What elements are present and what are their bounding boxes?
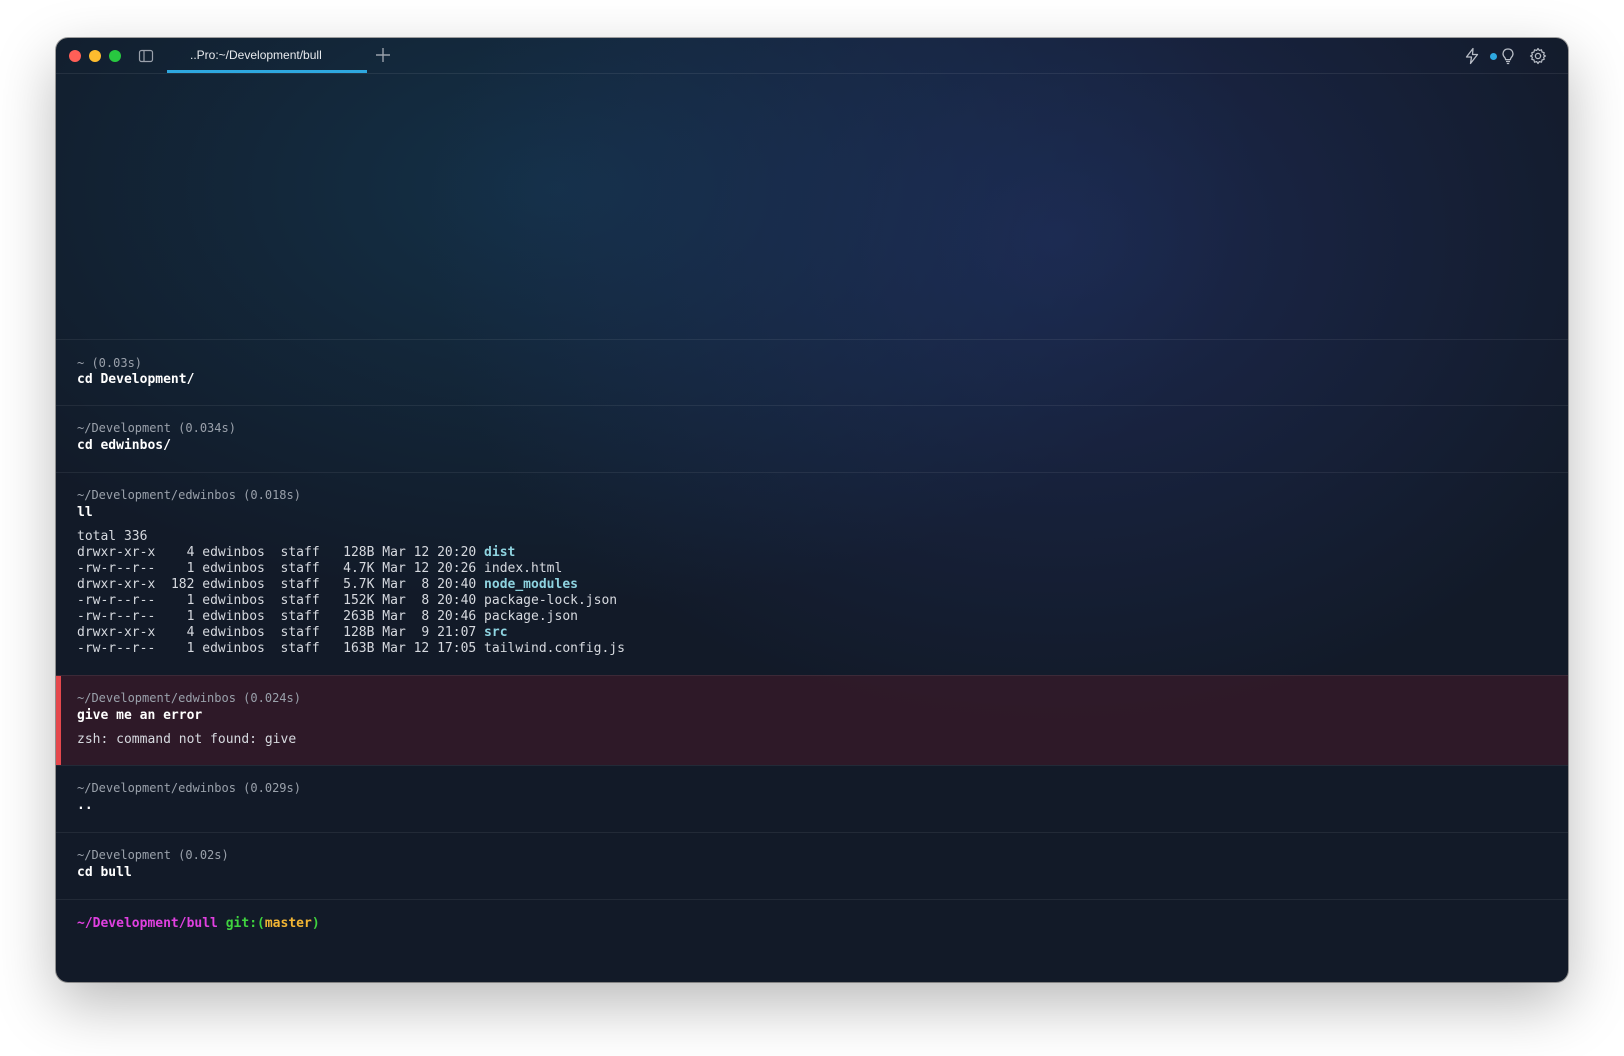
ls-date: Mar 9 21:07	[382, 625, 477, 640]
lightbulb-icon[interactable]	[1499, 47, 1517, 65]
shell-prompt[interactable]: ~/Development/bull git:(master)	[77, 916, 320, 931]
ls-group: staff	[280, 577, 320, 592]
prompt-git-prefix: git:(	[225, 916, 265, 931]
ls-date: Mar 8 20:40	[382, 593, 477, 608]
ls-entry-row: -rw-r--r-- 1 edwinbos staff 4.7K Mar 12 …	[77, 561, 562, 577]
ls-group: staff	[280, 561, 320, 576]
ls-permissions: drwxr-xr-x	[77, 545, 156, 560]
ls-group: staff	[280, 609, 320, 624]
block-command: give me an error	[77, 708, 203, 723]
ls-permissions: -rw-r--r--	[77, 641, 156, 656]
ls-entry-row: -rw-r--r-- 1 edwinbos staff 152K Mar 8 2…	[77, 593, 617, 609]
command-block[interactable]: ~/Development (0.034s) cd edwinbos/	[56, 405, 1568, 472]
block-meta: ~ (0.03s)	[77, 356, 143, 370]
ls-owner: edwinbos	[202, 593, 265, 608]
ls-date: Mar 12 20:26	[382, 561, 477, 576]
ls-size: 128B	[343, 545, 375, 560]
command-block[interactable]: ~ (0.03s) cd Development/	[56, 339, 1568, 405]
ls-filename[interactable]: dist	[484, 545, 515, 560]
ls-permissions: -rw-r--r--	[77, 593, 156, 608]
ls-filename[interactable]: package-lock.json	[484, 593, 617, 608]
ls-size: 263B	[343, 609, 375, 624]
ls-group: staff	[280, 641, 320, 656]
terminal-window: ..Pro:~/Development/bull ~ (0.03s) cd De…	[56, 38, 1568, 982]
ls-owner: edwinbos	[202, 641, 265, 656]
ls-permissions: drwxr-xr-x	[77, 625, 156, 640]
command-block[interactable]: ~/Development (0.02s) cd bull	[56, 832, 1568, 899]
ls-size: 163B	[343, 641, 375, 656]
ls-entry-row: -rw-r--r-- 1 edwinbos staff 263B Mar 8 2…	[77, 609, 578, 625]
prompt-path: ~/Development/bull	[77, 916, 218, 931]
ls-filename[interactable]: package.json	[484, 609, 578, 624]
block-command: cd bull	[77, 865, 132, 880]
maximize-window-button[interactable]	[109, 50, 121, 62]
ls-group: staff	[280, 625, 320, 640]
ls-link-count: 4	[186, 625, 195, 640]
block-meta: ~/Development (0.034s)	[77, 421, 236, 435]
block-output: zsh: command not found: give	[77, 732, 297, 747]
ls-entry-row: -rw-r--r-- 1 edwinbos staff 163B Mar 12 …	[77, 641, 625, 657]
ls-size: 4.7K	[343, 561, 375, 576]
ls-filename[interactable]: src	[484, 625, 507, 640]
close-window-button[interactable]	[69, 50, 81, 62]
block-meta: ~/Development/edwinbos (0.024s)	[77, 691, 301, 705]
block-meta: ~/Development/edwinbos (0.029s)	[77, 781, 301, 795]
ls-owner: edwinbos	[202, 609, 265, 624]
block-output-total: total 336	[77, 529, 148, 544]
ls-link-count: 1	[186, 561, 195, 576]
block-command: cd edwinbos/	[77, 438, 171, 453]
block-meta: ~/Development/edwinbos (0.018s)	[77, 488, 301, 502]
ls-filename[interactable]: tailwind.config.js	[484, 641, 625, 656]
ls-owner: edwinbos	[202, 561, 265, 576]
sidebar-toggle-icon[interactable]	[138, 48, 154, 64]
prompt-git-branch: master	[264, 916, 312, 931]
ls-entry-row: drwxr-xr-x 4 edwinbos staff 128B Mar 9 2…	[77, 625, 508, 641]
ls-permissions: drwxr-xr-x	[77, 577, 156, 592]
tab-active[interactable]: ..Pro:~/Development/bull	[167, 38, 367, 73]
notification-dot	[1490, 53, 1497, 60]
ls-entry-row: drwxr-xr-x 182 edwinbos staff 5.7K Mar 8…	[77, 577, 578, 593]
block-command: cd Development/	[77, 372, 195, 387]
active-prompt-area[interactable]: ~/Development/bull git:(master)	[56, 899, 1568, 982]
ls-link-count: 1	[186, 609, 195, 624]
minimize-window-button[interactable]	[89, 50, 101, 62]
ls-group: staff	[280, 545, 320, 560]
ls-date: Mar 12 20:20	[382, 545, 477, 560]
command-block[interactable]: ~/Development/edwinbos (0.029s) ..	[56, 765, 1568, 832]
ls-entry-row: drwxr-xr-x 4 edwinbos staff 128B Mar 12 …	[77, 545, 515, 561]
ls-permissions: -rw-r--r--	[77, 609, 156, 624]
lightning-bolt-icon[interactable]	[1463, 47, 1481, 65]
ls-date: Mar 8 20:46	[382, 609, 477, 624]
ls-owner: edwinbos	[202, 545, 265, 560]
ls-filename[interactable]: index.html	[484, 561, 562, 576]
ls-permissions: -rw-r--r--	[77, 561, 156, 576]
block-meta: ~/Development (0.02s)	[77, 848, 229, 862]
tab-title: ..Pro:~/Development/bull	[190, 48, 322, 62]
block-command: ..	[77, 798, 93, 813]
ls-group: staff	[280, 593, 320, 608]
ls-link-count: 1	[186, 593, 195, 608]
ls-size: 128B	[343, 625, 375, 640]
error-command-block[interactable]: ~/Development/edwinbos (0.024s) give me …	[56, 675, 1568, 765]
ls-date: Mar 8 20:40	[382, 577, 477, 592]
ls-link-count: 4	[186, 545, 195, 560]
ls-link-count: 182	[170, 577, 195, 592]
ls-date: Mar 12 17:05	[382, 641, 477, 656]
prompt-git-suffix: )	[311, 916, 320, 931]
ls-owner: edwinbos	[202, 577, 265, 592]
ls-size: 5.7K	[343, 577, 375, 592]
plus-icon[interactable]	[374, 46, 392, 64]
title-bar: ..Pro:~/Development/bull	[56, 38, 1568, 74]
ls-link-count: 1	[186, 641, 195, 656]
block-command: ll	[77, 505, 93, 520]
command-block[interactable]: ~/Development/edwinbos (0.018s) ll total…	[56, 472, 1568, 675]
gear-icon[interactable]	[1529, 47, 1547, 65]
ls-filename[interactable]: node_modules	[484, 577, 578, 592]
error-indicator	[56, 676, 61, 765]
ls-size: 152K	[343, 593, 375, 608]
ls-owner: edwinbos	[202, 625, 265, 640]
